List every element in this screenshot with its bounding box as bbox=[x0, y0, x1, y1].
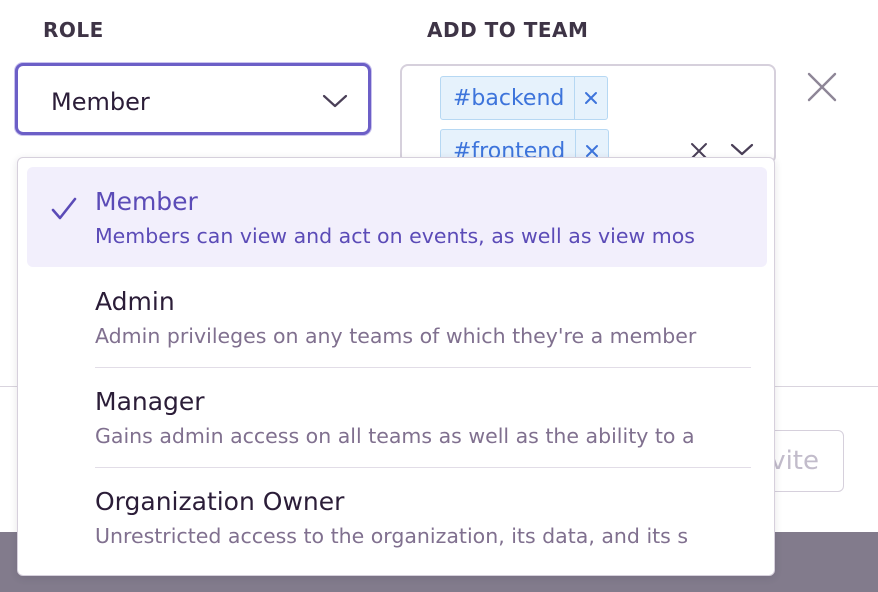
role-option-admin[interactable]: Admin Admin privileges on any teams of w… bbox=[27, 267, 767, 367]
role-select-value: Member bbox=[51, 88, 150, 116]
team-select[interactable]: #backend #frontend bbox=[400, 64, 776, 164]
remove-invite-row-icon[interactable] bbox=[805, 70, 839, 108]
role-option-description: Members can view and act on events, as w… bbox=[95, 224, 695, 248]
role-option-description: Admin privileges on any teams of which t… bbox=[95, 324, 697, 348]
close-icon[interactable] bbox=[574, 77, 607, 119]
role-label: ROLE bbox=[43, 18, 104, 42]
chevron-down-icon bbox=[322, 93, 348, 113]
role-option-organization-owner[interactable]: Organization Owner Unrestricted access t… bbox=[27, 467, 767, 567]
role-option-manager[interactable]: Manager Gains admin access on all teams … bbox=[27, 367, 767, 467]
role-dropdown-menu: Member Members can view and act on event… bbox=[17, 157, 775, 576]
add-to-team-label: ADD TO TEAM bbox=[427, 18, 589, 42]
checkmark-icon bbox=[51, 197, 77, 225]
role-option-description: Gains admin access on all teams as well … bbox=[95, 424, 695, 448]
role-option-title: Manager bbox=[95, 387, 205, 416]
role-option-description: Unrestricted access to the organization,… bbox=[95, 524, 689, 548]
team-tag-label: #backend bbox=[453, 85, 565, 111]
role-option-member[interactable]: Member Members can view and act on event… bbox=[27, 167, 767, 267]
role-option-title: Organization Owner bbox=[95, 487, 345, 516]
role-select[interactable]: Member bbox=[15, 63, 371, 135]
role-option-title: Admin bbox=[95, 287, 175, 316]
role-option-title: Member bbox=[95, 187, 198, 216]
team-tag-backend: #backend bbox=[440, 76, 609, 120]
